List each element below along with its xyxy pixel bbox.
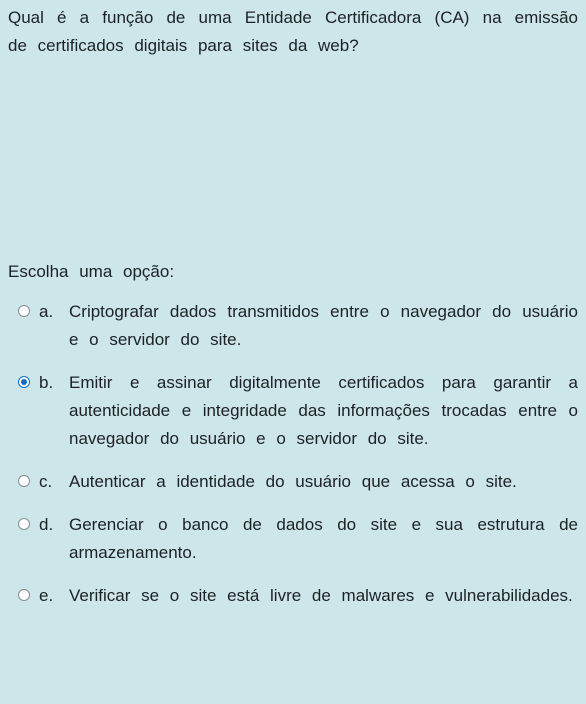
radio-button-d[interactable] (18, 518, 30, 530)
option-letter: b. (39, 373, 54, 392)
quiz-question-panel: Qual é a função de uma Entidade Certific… (0, 0, 586, 704)
answer-options: a. Criptografar dados transmitidos entre… (18, 298, 580, 625)
option-label[interactable]: Autenticar a identidade do usuário que a… (69, 468, 580, 496)
option-e[interactable]: e. Verificar se o site está livre de mal… (18, 582, 580, 610)
option-label[interactable]: Emitir e assinar digitalmente certificad… (69, 369, 580, 453)
radio-button-b[interactable] (18, 376, 30, 388)
option-letter: a. (39, 302, 54, 321)
option-a[interactable]: a. Criptografar dados transmitidos entre… (18, 298, 580, 354)
radio-button-a[interactable] (18, 305, 30, 317)
option-label[interactable]: Verificar se o site está livre de malwar… (69, 582, 580, 610)
option-b[interactable]: b. Emitir e assinar digitalmente certifi… (18, 369, 580, 453)
option-letter: d. (39, 515, 54, 534)
answer-prompt: Escolha uma opção: (8, 262, 175, 281)
option-letter: c. (39, 472, 53, 491)
option-d[interactable]: d. Gerenciar o banco de dados do site e … (18, 511, 580, 567)
question-text: Qual é a função de uma Entidade Certific… (8, 8, 578, 55)
radio-button-e[interactable] (18, 589, 30, 601)
option-label[interactable]: Gerenciar o banco de dados do site e sua… (69, 511, 580, 567)
option-letter: e. (39, 586, 54, 605)
option-c[interactable]: c. Autenticar a identidade do usuário qu… (18, 468, 580, 496)
option-label[interactable]: Criptografar dados transmitidos entre o … (69, 298, 580, 354)
radio-button-c[interactable] (18, 475, 30, 487)
